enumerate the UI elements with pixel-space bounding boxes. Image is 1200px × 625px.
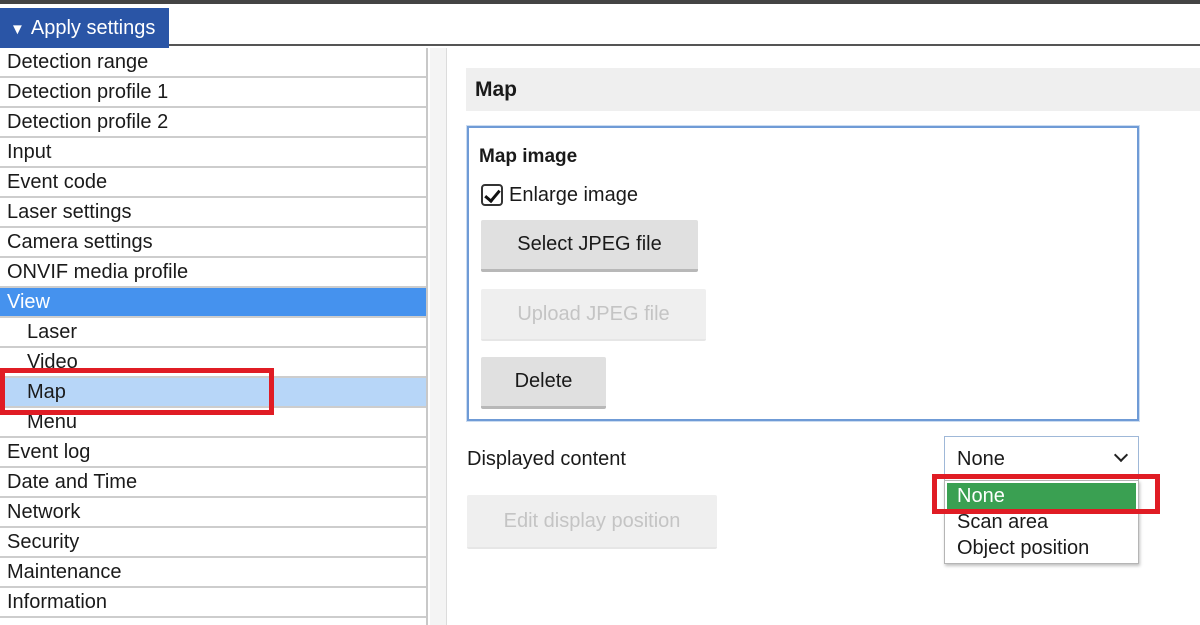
sidebar-item-camera-settings[interactable]: Camera settings <box>0 228 426 258</box>
sidebar-scrollbar[interactable] <box>430 48 447 625</box>
select-jpeg-button[interactable]: Select JPEG file <box>481 220 698 272</box>
sidebar-item-detection-profile-2[interactable]: Detection profile 2 <box>0 108 426 138</box>
sidebar-item-maintenance[interactable]: Maintenance <box>0 558 426 588</box>
upload-jpeg-button[interactable]: Upload JPEG file <box>481 289 706 341</box>
displayed-content-value: None <box>957 448 1005 470</box>
displayed-content-select[interactable]: None <box>944 436 1139 480</box>
sidebar-item-map[interactable]: Map <box>0 378 426 408</box>
triangle-down-icon: ▼ <box>10 21 25 38</box>
edit-display-position-button[interactable]: Edit display position <box>467 495 717 549</box>
sidebar-item-input[interactable]: Input <box>0 138 426 168</box>
enlarge-image-label: Enlarge image <box>509 183 638 206</box>
option-object-position[interactable]: Object position <box>945 535 1138 561</box>
sidebar-nav: Detection range Detection profile 1 Dete… <box>0 48 428 625</box>
displayed-content-dropdown: None Scan area Object position <box>944 480 1139 564</box>
enlarge-image-checkbox[interactable] <box>481 184 503 206</box>
option-scan-area[interactable]: Scan area <box>945 509 1138 535</box>
apply-settings-label: Apply settings <box>30 17 156 39</box>
sidebar-item-date-and-time[interactable]: Date and Time <box>0 468 426 498</box>
sidebar-item-menu[interactable]: Menu <box>0 408 426 438</box>
displayed-content-label: Displayed content <box>467 448 626 470</box>
sidebar-item-detection-profile-1[interactable]: Detection profile 1 <box>0 78 426 108</box>
enlarge-image-row[interactable]: Enlarge image <box>481 183 638 207</box>
map-image-group: Map image Enlarge image Select JPEG file… <box>467 126 1139 421</box>
option-none[interactable]: None <box>947 483 1136 509</box>
sidebar-item-video[interactable]: Video <box>0 348 426 378</box>
sidebar-item-laser-settings[interactable]: Laser settings <box>0 198 426 228</box>
sidebar-item-laser[interactable]: Laser <box>0 318 426 348</box>
top-bar: ▼ Apply settings <box>0 0 1200 48</box>
sidebar-item-event-log[interactable]: Event log <box>0 438 426 468</box>
delete-button[interactable]: Delete <box>481 357 606 409</box>
sidebar-item-security[interactable]: Security <box>0 528 426 558</box>
page-title: Map <box>466 68 1200 111</box>
sidebar-item-information[interactable]: Information <box>0 588 426 618</box>
chevron-down-icon <box>1113 447 1129 463</box>
sidebar-item-onvif-media-profile[interactable]: ONVIF media profile <box>0 258 426 288</box>
sidebar-item-detection-range[interactable]: Detection range <box>0 48 426 78</box>
map-image-title: Map image <box>479 146 578 167</box>
sidebar-item-network[interactable]: Network <box>0 498 426 528</box>
apply-settings-button[interactable]: ▼ Apply settings <box>0 8 169 48</box>
sidebar-item-view[interactable]: View <box>0 288 426 318</box>
sidebar-item-event-code[interactable]: Event code <box>0 168 426 198</box>
